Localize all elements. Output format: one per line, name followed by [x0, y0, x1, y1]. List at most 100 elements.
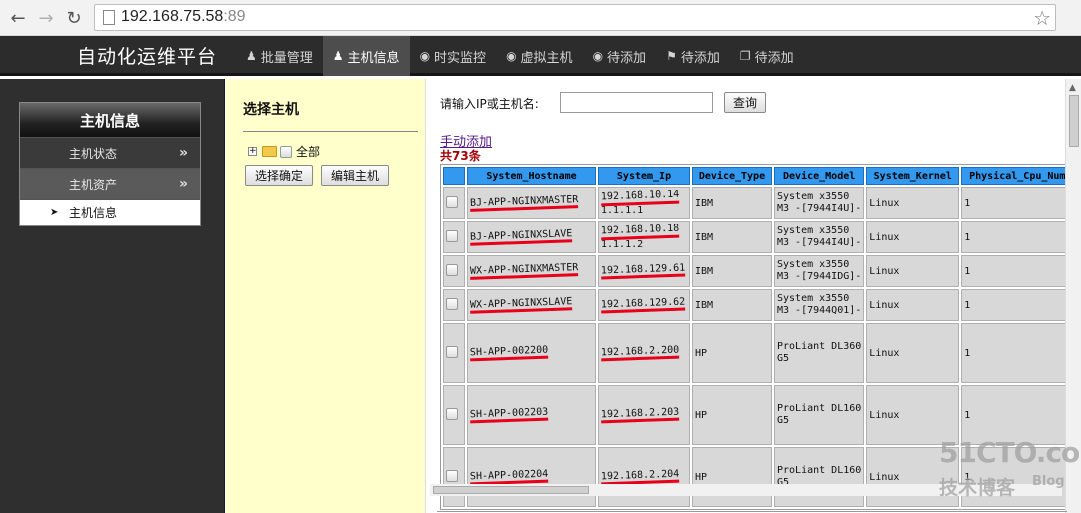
page-icon — [103, 10, 115, 25]
column-header-cpu[interactable]: Physical_Cpu_Num — [961, 167, 1074, 185]
sidebar-item-host-assets[interactable]: 主机资产 » — [20, 168, 200, 199]
ip-value: 192.168.10.14 — [601, 189, 680, 206]
brand-title[interactable]: 自动化运维平台 — [77, 42, 217, 69]
ip-cell: 192.168.2.203 — [598, 385, 690, 445]
nav-virtual-host[interactable]: ◉ 虚拟主机 — [496, 36, 583, 76]
arrow-left-icon[interactable]: ← — [6, 6, 30, 30]
table-row[interactable]: SH-APP-002200 192.168.2.200 HP ProLiant … — [443, 323, 1074, 383]
ip-value: 192.168.2.200 — [600, 344, 680, 362]
bullet-icon: ➤ — [50, 207, 59, 218]
nav-todo-1[interactable]: ◉ 待添加 — [583, 36, 657, 76]
folder-icon — [262, 146, 277, 157]
select-host-title: 选择主机 — [243, 102, 299, 118]
divider — [437, 511, 1067, 512]
scrollbar-thumb[interactable] — [433, 486, 589, 494]
row-checkbox[interactable] — [446, 407, 458, 420]
row-checkbox-cell — [443, 289, 465, 321]
tree-checkbox[interactable] — [280, 145, 292, 158]
row-checkbox[interactable] — [446, 469, 458, 482]
sidebar-item-label: 主机资产 — [69, 177, 118, 192]
hostname-cell: WX-APP-NGINXSLAVE — [467, 289, 596, 321]
star-icon[interactable]: ☆ — [1033, 6, 1051, 30]
nav-batch-manage[interactable]: ♟ 批量管理 — [236, 36, 323, 76]
nav-label: 批量管理 — [260, 50, 313, 66]
row-checkbox-cell — [443, 187, 465, 219]
hostname-value: BJ-APP-NGINXMASTER — [469, 194, 579, 212]
hostname-cell: SH-APP-002200 — [467, 323, 596, 383]
url-text[interactable]: 192.168.75.58:89 — [121, 8, 246, 26]
device-type-cell: IBM — [692, 289, 772, 321]
nav-todo-3[interactable]: ❐ 待添加 — [730, 36, 804, 76]
column-header-kernel[interactable]: System_Kernel — [866, 167, 960, 185]
scroll-up-icon[interactable]: ▲ — [1069, 83, 1076, 93]
play-icon: ◉ — [592, 49, 604, 63]
search-button[interactable]: 查询 — [724, 92, 766, 113]
search-input[interactable] — [560, 92, 713, 113]
arrow-right-icon[interactable]: → — [34, 6, 58, 30]
column-header-ip[interactable]: System_Ip — [598, 167, 690, 185]
model-value-2: G5 — [777, 353, 790, 364]
address-bar[interactable]: 192.168.75.58:89 ☆ — [94, 4, 1056, 31]
ip-value: 192.168.2.203 — [600, 406, 680, 424]
hostname-value: SH-APP-002203 — [469, 406, 549, 424]
model-cell: ProLiant DL160 G5 — [774, 385, 865, 445]
hostname-value: WX-APP-NGINXSLAVE — [469, 296, 573, 314]
tree-root[interactable]: + 全部 — [248, 143, 320, 160]
column-header-hostname[interactable]: System_Hostname — [467, 167, 596, 185]
row-checkbox[interactable] — [446, 345, 458, 358]
nav-host-info[interactable]: ♟ 主机信息 — [322, 36, 410, 76]
row-checkbox-cell — [443, 447, 465, 507]
sidebar-title: 主机信息 — [20, 103, 200, 137]
column-header-device-type[interactable]: Device_Type — [692, 167, 772, 185]
kernel-cell: Linux — [866, 187, 960, 219]
url-port: :89 — [223, 8, 246, 25]
model-value: System x3550 — [777, 225, 850, 236]
nav-realtime-monitor[interactable]: ◉ 时实监控 — [410, 36, 497, 76]
watermark-blog: Blog — [1032, 474, 1065, 489]
model-cell: ProLiant DL160 G5 — [774, 447, 865, 507]
kernel-cell: Linux — [866, 323, 960, 383]
kernel-cell: Linux — [866, 255, 960, 287]
model-cell: ProLiant DL360 G5 — [774, 323, 865, 383]
tree-root-label: 全部 — [296, 145, 321, 159]
device-type-cell: IBM — [692, 221, 772, 253]
model-value: ProLiant DL160 — [777, 465, 862, 476]
edit-host-button[interactable]: 编辑主机 — [321, 165, 389, 186]
confirm-select-button[interactable]: 选择确定 — [245, 165, 313, 186]
table-header-row: System_Hostname System_Ip Device_Type De… — [443, 167, 1074, 185]
model-value: System x3550 — [777, 259, 850, 270]
cpu-cell: 1 — [961, 255, 1074, 287]
row-checkbox[interactable] — [446, 297, 458, 310]
expand-icon[interactable]: + — [248, 147, 257, 156]
cpu-cell: 1 — [961, 187, 1074, 219]
sidebar-item-host-status[interactable]: 主机状态 » — [20, 137, 200, 168]
table-row[interactable]: WX-APP-NGINXSLAVE 192.168.129.62 IBM Sys… — [443, 289, 1074, 321]
model-value-2: M3 -[7944I4U]- — [777, 237, 862, 248]
main-nav: ♟ 批量管理 ♟ 主机信息 ◉ 时实监控 ◉ 虚拟主机 ◉ 待添加 ⚑ 待添加 ❐ 待添加 — [236, 36, 804, 76]
select-all-header — [443, 167, 465, 185]
watermark-logo: 51CTO.com — [939, 436, 1081, 469]
scrollbar-thumb[interactable] — [1069, 95, 1079, 147]
browser-toolbar: ← → ↻ 192.168.75.58:89 ☆ — [0, 0, 1081, 36]
play-icon: ◉ — [419, 49, 431, 63]
hostname-value: SH-APP-002204 — [469, 468, 549, 486]
table-row[interactable]: BJ-APP-NGINXMASTER 192.168.10.14 1.1.1.1 … — [443, 187, 1074, 219]
search-label: 请输入IP或主机名: — [440, 97, 539, 111]
nav-todo-2[interactable]: ⚑ 待添加 — [656, 36, 730, 76]
ip-cell: 192.168.10.18 1.1.1.2 — [598, 221, 690, 253]
hostname-cell: SH-APP-002204 — [467, 447, 596, 507]
sidebar-item-host-info[interactable]: ➤ 主机信息 — [20, 199, 200, 225]
model-value: ProLiant DL160 — [777, 403, 862, 414]
row-checkbox-cell — [443, 385, 465, 445]
hostname-cell: BJ-APP-NGINXSLAVE — [467, 221, 596, 253]
table-row[interactable]: WX-APP-NGINXMASTER 192.168.129.61 IBM Sy… — [443, 255, 1074, 287]
row-checkbox[interactable] — [446, 263, 458, 276]
column-header-device-model[interactable]: Device_Model — [774, 167, 865, 185]
reload-icon[interactable]: ↻ — [62, 6, 86, 30]
cpu-cell: 1 — [961, 221, 1074, 253]
nav-label: 待添加 — [607, 50, 647, 66]
row-checkbox[interactable] — [446, 229, 458, 242]
ip-cell: 192.168.10.14 1.1.1.1 — [598, 187, 690, 219]
row-checkbox[interactable] — [446, 195, 458, 208]
table-row[interactable]: BJ-APP-NGINXSLAVE 192.168.10.18 1.1.1.2 I… — [443, 221, 1074, 253]
